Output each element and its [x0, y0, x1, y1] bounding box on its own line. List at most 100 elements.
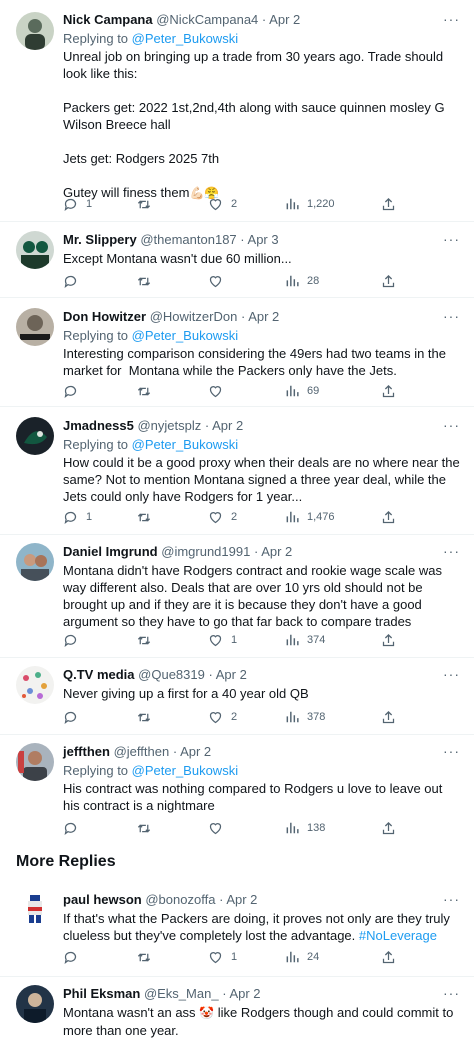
timestamp[interactable]: Apr 2: [229, 986, 260, 1001]
avatar[interactable]: [16, 666, 54, 704]
tweet-text: Never giving up a first for a 40 year ol…: [63, 685, 460, 702]
retweet-button[interactable]: [136, 272, 160, 290]
reply-button[interactable]: [63, 382, 86, 400]
user-handle[interactable]: @imgrund1991: [161, 544, 250, 559]
display-name[interactable]: Q.TV media: [63, 667, 135, 682]
avatar[interactable]: [16, 743, 54, 781]
avatar[interactable]: [16, 543, 54, 581]
user-handle[interactable]: @HowitzerDon: [150, 309, 238, 324]
views-button[interactable]: 28: [285, 272, 319, 290]
more-options-icon[interactable]: ···: [443, 543, 460, 560]
display-name[interactable]: Mr. Slippery: [63, 232, 137, 247]
like-button[interactable]: 2: [208, 508, 237, 526]
avatar[interactable]: [16, 985, 54, 1023]
avatar[interactable]: [16, 889, 54, 927]
views-button[interactable]: 69: [285, 382, 319, 400]
reply-button[interactable]: [63, 819, 86, 837]
display-name[interactable]: Daniel Imgrund: [63, 544, 158, 559]
share-button[interactable]: [381, 195, 396, 213]
display-name[interactable]: Nick Campana: [63, 12, 153, 27]
like-button[interactable]: 1: [208, 948, 237, 966]
reply-tweet[interactable]: Daniel Imgrund @imgrund1991 · Apr 2 ··· …: [0, 535, 474, 658]
views-button[interactable]: 138: [285, 819, 325, 837]
views-button[interactable]: 1,476: [285, 508, 335, 526]
timestamp[interactable]: Apr 2: [248, 309, 279, 324]
retweet-button[interactable]: [136, 708, 160, 726]
user-handle[interactable]: @jeffthen: [114, 744, 170, 759]
more-options-icon[interactable]: ···: [443, 231, 460, 248]
like-button[interactable]: [208, 382, 231, 400]
like-button[interactable]: 2: [208, 195, 237, 213]
reply-tweet[interactable]: jeffthen @jeffthen · Apr 2 ··· Replying …: [0, 735, 474, 843]
views-button[interactable]: 1,220: [285, 195, 335, 213]
mention-link[interactable]: @Peter_Bukowski: [132, 437, 238, 452]
retweet-button[interactable]: [136, 382, 160, 400]
reply-button[interactable]: [63, 272, 86, 290]
avatar[interactable]: [16, 417, 54, 455]
mention-link[interactable]: @Peter_Bukowski: [132, 763, 238, 778]
timestamp[interactable]: Apr 2: [261, 544, 292, 559]
more-options-icon[interactable]: ···: [443, 308, 460, 325]
hashtag-link[interactable]: #NoLeverage: [359, 928, 437, 943]
display-name[interactable]: jeffthen: [63, 744, 110, 759]
more-options-icon[interactable]: ···: [443, 985, 460, 1002]
user-handle[interactable]: @Que8319: [138, 667, 205, 682]
mention-link[interactable]: @Peter_Bukowski: [132, 31, 238, 46]
share-button[interactable]: [381, 631, 396, 649]
avatar[interactable]: [16, 12, 54, 50]
like-button[interactable]: [208, 272, 231, 290]
display-name[interactable]: Don Howitzer: [63, 309, 146, 324]
timestamp[interactable]: Apr 2: [212, 418, 243, 433]
display-name[interactable]: Jmadness5: [63, 418, 134, 433]
retweet-button[interactable]: [136, 508, 160, 526]
share-button[interactable]: [381, 382, 396, 400]
user-handle[interactable]: @themanton187: [140, 232, 236, 247]
reply-button[interactable]: [63, 708, 86, 726]
mention-link[interactable]: @Peter_Bukowski: [132, 328, 238, 343]
reply-tweet[interactable]: Q.TV media @Que8319 · Apr 2 ··· Never gi…: [0, 658, 474, 735]
user-handle[interactable]: @nyjetsplz: [137, 418, 201, 433]
views-button[interactable]: 378: [285, 708, 325, 726]
reply-tweet[interactable]: Mr. Slippery @themanton187 · Apr 3 ··· E…: [0, 222, 474, 298]
share-button[interactable]: [381, 272, 396, 290]
like-button[interactable]: 2: [208, 708, 237, 726]
timestamp[interactable]: Apr 2: [226, 892, 257, 907]
timestamp[interactable]: Apr 2: [180, 744, 211, 759]
retweet-button[interactable]: [136, 948, 160, 966]
more-options-icon[interactable]: ···: [443, 417, 460, 434]
more-options-icon[interactable]: ···: [443, 666, 460, 683]
timestamp[interactable]: Apr 3: [248, 232, 279, 247]
reply-button[interactable]: [63, 631, 86, 649]
timestamp[interactable]: Apr 2: [216, 667, 247, 682]
user-handle[interactable]: @bonozoffa: [145, 892, 215, 907]
timestamp[interactable]: Apr 2: [269, 12, 300, 27]
reply-tweet[interactable]: Don Howitzer @HowitzerDon · Apr 2 ··· Re…: [0, 298, 474, 407]
like-button[interactable]: [208, 819, 231, 837]
user-handle[interactable]: @Eks_Man_: [144, 986, 219, 1001]
more-options-icon[interactable]: ···: [443, 743, 460, 760]
reply-button[interactable]: [63, 948, 86, 966]
avatar[interactable]: [16, 308, 54, 346]
retweet-button[interactable]: [136, 819, 160, 837]
views-button[interactable]: 374: [285, 631, 325, 649]
display-name[interactable]: Phil Eksman: [63, 986, 140, 1001]
user-handle[interactable]: @NickCampana4: [156, 12, 258, 27]
views-button[interactable]: 24: [285, 948, 319, 966]
share-button[interactable]: [381, 508, 396, 526]
share-button[interactable]: [381, 819, 396, 837]
reply-button[interactable]: 1: [63, 508, 92, 526]
retweet-button[interactable]: [136, 195, 160, 213]
more-options-icon[interactable]: ···: [443, 11, 460, 28]
display-name[interactable]: paul hewson: [63, 892, 142, 907]
reply-tweet[interactable]: Phil Eksman @Eks_Man_ · Apr 2 ··· Montan…: [0, 977, 474, 1038]
retweet-button[interactable]: [136, 631, 160, 649]
share-button[interactable]: [381, 948, 396, 966]
like-button[interactable]: 1: [208, 631, 237, 649]
reply-button[interactable]: 1: [63, 195, 92, 213]
reply-tweet[interactable]: Nick Campana @NickCampana4 · Apr 2 ··· R…: [0, 0, 474, 222]
share-button[interactable]: [381, 708, 396, 726]
avatar[interactable]: [16, 231, 54, 269]
reply-tweet[interactable]: Jmadness5 @nyjetsplz · Apr 2 ··· Replyin…: [0, 407, 474, 535]
reply-tweet[interactable]: paul hewson @bonozoffa · Apr 2 ··· If th…: [0, 881, 474, 977]
more-options-icon[interactable]: ···: [443, 891, 460, 908]
